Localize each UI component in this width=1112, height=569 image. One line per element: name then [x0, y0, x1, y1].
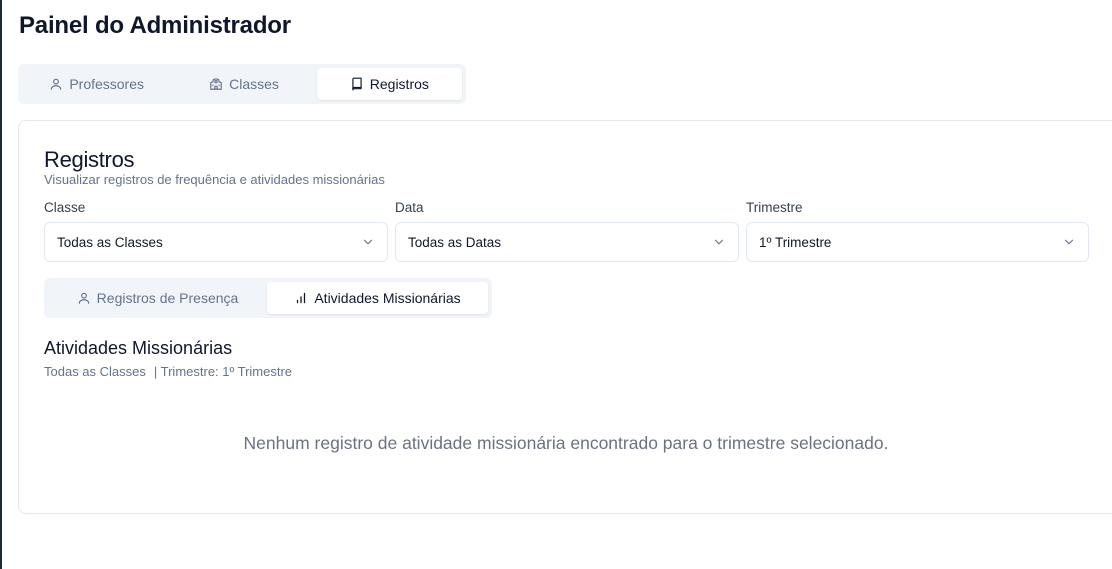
date-select-value: Todas as Datas — [408, 234, 502, 250]
school-icon — [210, 78, 222, 90]
class-select[interactable]: Todas as Classes — [44, 222, 388, 262]
section-title: Atividades Missionárias — [44, 338, 233, 358]
quarter-filter-summary: | Trimestre: 1º Trimestre — [153, 364, 293, 379]
class-select-value: Todas as Classes — [57, 234, 163, 250]
section-filter-summary: Todas as Classes | Trimestre: 1º Trimest… — [44, 364, 292, 379]
quarter-select-value: 1º Trimestre — [759, 234, 832, 250]
user-icon — [78, 292, 89, 304]
empty-state-message: Nenhum registro de atividade missionária… — [243, 433, 889, 453]
book-icon — [352, 77, 362, 91]
registros-card: Registros Visualizar registros de frequê… — [18, 120, 1112, 514]
class-filter-summary: Todas as Classes — [44, 364, 146, 379]
left-edge-border — [0, 0, 2, 569]
tab-label: Registros de Presença — [96, 290, 239, 306]
class-filter-label: Classe — [44, 200, 86, 215]
quarter-filter-label: Trimestre — [746, 200, 803, 215]
tab-classes[interactable]: Classes — [171, 68, 316, 100]
user-icon — [51, 78, 62, 90]
tab-label: Classes — [229, 76, 279, 92]
records-tab-list: Registros de Presença Atividades Mission… — [44, 278, 492, 318]
tab-registros[interactable]: Registros — [316, 68, 463, 100]
card-subtitle: Visualizar registros de frequência e ati… — [44, 172, 385, 187]
card-title: Registros — [44, 147, 135, 172]
tab-label: Atividades Missionárias — [314, 290, 461, 306]
tab-registros-de-presenca[interactable]: Registros de Presença — [48, 282, 267, 314]
page-title: Painel do Administrador — [19, 12, 291, 39]
chevron-down-icon — [363, 239, 373, 245]
date-select[interactable]: Todas as Datas — [395, 222, 739, 262]
chevron-down-icon — [1064, 239, 1074, 245]
quarter-select[interactable]: 1º Trimestre — [746, 222, 1089, 262]
chevron-down-icon — [714, 239, 724, 245]
tab-label: Registros — [369, 76, 429, 92]
date-filter-label: Data — [395, 200, 424, 215]
tab-label: Professores — [69, 76, 145, 92]
tab-professores[interactable]: Professores — [22, 68, 171, 100]
bar-chart-icon — [297, 292, 306, 304]
tab-atividades-missionarias[interactable]: Atividades Missionárias — [267, 282, 488, 314]
main-tab-list: Professores Classes Registros — [18, 64, 466, 104]
